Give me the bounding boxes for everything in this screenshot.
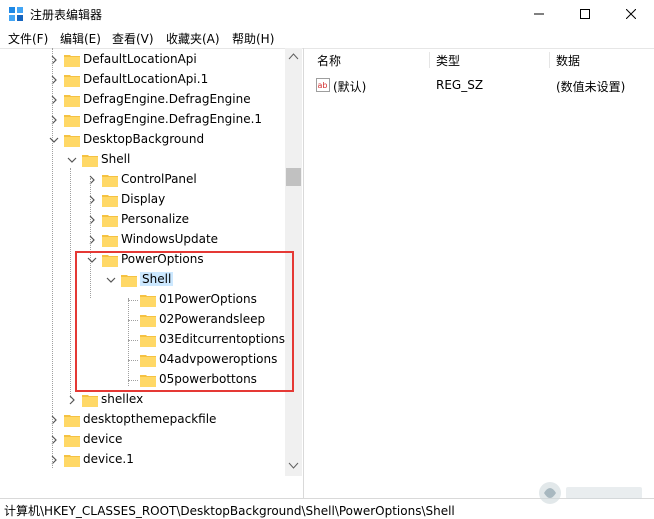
folder-icon xyxy=(64,435,80,447)
value-type: REG_SZ xyxy=(436,78,484,92)
status-path: 计算机\HKEY_CLASSES_ROOT\DesktopBackground\… xyxy=(4,504,455,518)
menu-favorites[interactable]: 收藏夹(A) xyxy=(166,30,220,47)
menu-bar: 文件(F) 编辑(E) 查看(V) 收藏夹(A) 帮助(H) xyxy=(0,28,654,49)
chevron-right-icon[interactable] xyxy=(86,174,98,186)
tree-item-label: desktopthemepackfile xyxy=(83,412,217,426)
menu-edit[interactable]: 编辑(E) xyxy=(60,30,101,47)
svg-text:ab: ab xyxy=(318,81,328,90)
maximize-icon xyxy=(580,9,590,19)
tree-item-desktopbackground[interactable]: DesktopBackground xyxy=(0,130,285,150)
tree-item-display[interactable]: Display xyxy=(0,190,285,210)
tree-item-defragengine-1[interactable]: DefragEngine.DefragEngine.1 xyxy=(0,110,285,130)
tree-item-label: Personalize xyxy=(121,212,190,226)
close-button[interactable] xyxy=(608,0,654,28)
values-pane[interactable]: 名称 类型 数据 ab (默认) REG_SZ (数值未设置) xyxy=(311,48,654,498)
tree-item-windowsupdate[interactable]: WindowsUpdate xyxy=(0,230,285,250)
tree-item-label: device.1 xyxy=(83,452,134,466)
tree-item-device-1[interactable]: device.1 xyxy=(0,450,285,470)
maximize-button[interactable] xyxy=(562,0,608,28)
chevron-right-icon[interactable] xyxy=(48,94,60,106)
folder-icon xyxy=(64,95,80,107)
chevron-right-icon[interactable] xyxy=(48,54,60,66)
chevron-down-icon[interactable] xyxy=(48,134,60,146)
minimize-button[interactable] xyxy=(516,0,562,28)
tree-item-defaultlocationapi[interactable]: DefaultLocationApi xyxy=(0,50,285,70)
tree-item-label: DefragEngine.DefragEngine.1 xyxy=(83,112,263,126)
tree-item-personalize[interactable]: Personalize xyxy=(0,210,285,230)
scroll-down-icon[interactable] xyxy=(288,462,299,470)
tree-item-defragengine[interactable]: DefragEngine.DefragEngine xyxy=(0,90,285,110)
tree-connector xyxy=(70,168,71,398)
chevron-right-icon[interactable] xyxy=(48,74,60,86)
tree-item-shell[interactable]: Shell xyxy=(0,150,285,170)
title-bar: 注册表编辑器 xyxy=(0,0,654,28)
chevron-right-icon[interactable] xyxy=(48,414,60,426)
chevron-right-icon[interactable] xyxy=(48,454,60,466)
menu-view[interactable]: 查看(V) xyxy=(112,30,154,47)
folder-icon xyxy=(64,115,80,127)
tree-item-controlpanel[interactable]: ControlPanel xyxy=(0,170,285,190)
highlight-box xyxy=(75,251,294,392)
column-separator[interactable] xyxy=(429,52,430,68)
watermark-logo xyxy=(539,482,642,504)
tree-connector xyxy=(52,48,53,468)
tree-item-label: ControlPanel xyxy=(121,172,197,186)
tree-item-defaultlocationapi-1[interactable]: DefaultLocationApi.1 xyxy=(0,70,285,90)
minimize-icon xyxy=(534,13,544,15)
folder-icon xyxy=(102,175,118,187)
tree-item-desktopthemepackfile[interactable]: desktopthemepackfile xyxy=(0,410,285,430)
chevron-right-icon[interactable] xyxy=(86,234,98,246)
chevron-right-icon[interactable] xyxy=(86,214,98,226)
tree-item-label: DefaultLocationApi.1 xyxy=(83,72,209,86)
folder-icon xyxy=(82,155,98,167)
tree-item-label: Shell xyxy=(101,152,131,166)
menu-help[interactable]: 帮助(H) xyxy=(232,30,274,47)
folder-icon xyxy=(64,455,80,467)
scroll-up-icon[interactable] xyxy=(288,52,299,60)
tree-item-shellex[interactable]: shellex xyxy=(0,390,285,410)
column-header-data[interactable]: 数据 xyxy=(556,52,580,69)
tree-item-label: DesktopBackground xyxy=(83,132,205,146)
value-name: (默认) xyxy=(333,80,367,94)
menu-file[interactable]: 文件(F) xyxy=(8,30,48,47)
column-separator[interactable] xyxy=(549,52,550,68)
tree-item-label: WindowsUpdate xyxy=(121,232,219,246)
folder-icon xyxy=(82,395,98,407)
scroll-thumb[interactable] xyxy=(286,168,301,186)
window-title: 注册表编辑器 xyxy=(30,8,103,22)
folder-icon xyxy=(102,195,118,207)
tree-item-label: DefaultLocationApi xyxy=(83,52,197,66)
tree-item-label: Display xyxy=(121,192,166,206)
value-data: (数值未设置) xyxy=(556,80,626,94)
column-header-type[interactable]: 类型 xyxy=(436,52,460,69)
tree-item-label: shellex xyxy=(101,392,144,406)
folder-icon xyxy=(102,235,118,247)
folder-icon xyxy=(64,415,80,427)
tree-item-device[interactable]: device xyxy=(0,430,285,450)
folder-icon xyxy=(102,215,118,227)
close-icon xyxy=(626,9,636,19)
chevron-down-icon[interactable] xyxy=(66,154,78,166)
chevron-right-icon[interactable] xyxy=(86,194,98,206)
folder-icon xyxy=(64,75,80,87)
tree-item-label: DefragEngine.DefragEngine xyxy=(83,92,251,106)
tree-item-label: device xyxy=(83,432,123,446)
column-header-name[interactable]: 名称 xyxy=(317,52,341,69)
string-value-icon: ab xyxy=(316,78,330,92)
folder-icon xyxy=(64,135,80,147)
folder-icon xyxy=(64,55,80,67)
chevron-right-icon[interactable] xyxy=(48,434,60,446)
chevron-right-icon[interactable] xyxy=(66,394,78,406)
regedit-app-icon xyxy=(9,7,23,21)
chevron-right-icon[interactable] xyxy=(48,114,60,126)
